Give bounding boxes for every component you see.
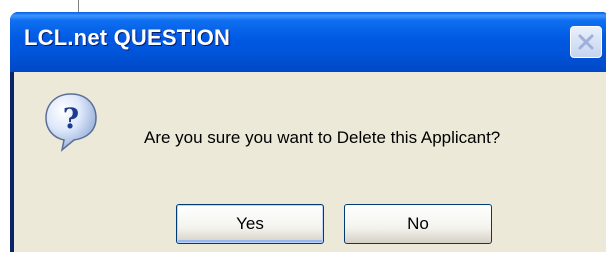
- question-icon: ?: [45, 93, 97, 152]
- svg-text:?: ?: [63, 102, 79, 135]
- dialog-title: LCL.net QUESTION: [24, 25, 231, 50]
- dialog-body: ? Are you sure you want to Delete this A…: [14, 72, 606, 252]
- dialog-titlebar[interactable]: LCL.net QUESTION: [10, 12, 606, 72]
- background-divider: [78, 0, 79, 12]
- no-button[interactable]: No: [344, 204, 492, 244]
- yes-button[interactable]: Yes: [176, 204, 324, 244]
- close-button[interactable]: [570, 26, 602, 58]
- dialog-message: Are you sure you want to Delete this App…: [144, 128, 501, 147]
- question-dialog: LCL.net QUESTION ? Are you sure you want…: [10, 12, 606, 252]
- close-icon: [578, 34, 594, 50]
